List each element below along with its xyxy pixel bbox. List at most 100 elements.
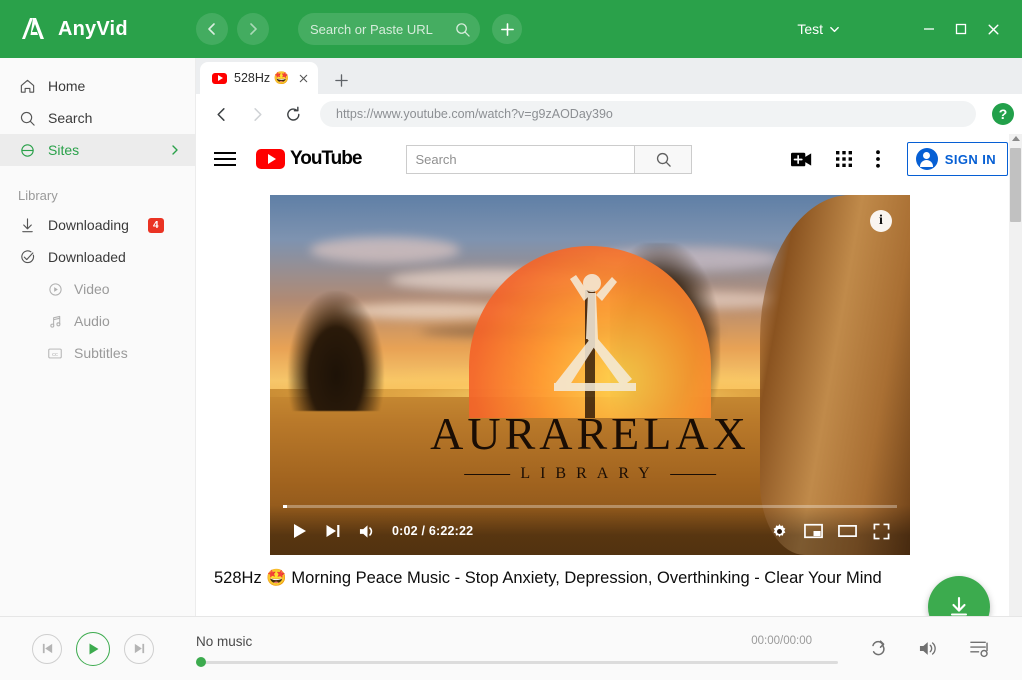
sidebar-item-sites[interactable]: Sites [0, 134, 195, 166]
info-badge-label: i [879, 213, 883, 228]
music-progress-handle[interactable] [196, 657, 206, 667]
youtube-logo[interactable]: YouTube [256, 148, 362, 170]
sidebar-item-subtitles[interactable]: cc Subtitles [0, 337, 195, 369]
theater-mode-icon[interactable] [830, 514, 864, 548]
address-bar[interactable]: https://www.youtube.com/watch?v=g9zAODay… [320, 101, 976, 127]
sign-in-label: SIGN IN [944, 151, 996, 167]
repeat-icon[interactable] [868, 639, 888, 659]
tab-close-icon[interactable] [298, 73, 309, 84]
browser-new-tab-button[interactable] [334, 73, 349, 88]
sidebar-item-label: Audio [74, 313, 110, 329]
account-label: Test [797, 21, 823, 37]
address-text: https://www.youtube.com/watch?v=g9zAODay… [336, 107, 613, 121]
hamburger-menu-icon[interactable] [214, 152, 236, 166]
music-time-display: 00:00/00:00 [751, 635, 812, 647]
tab-title: 528Hz 🤩 [234, 70, 290, 85]
browser-tab[interactable]: 528Hz 🤩 [200, 62, 319, 94]
check-circle-icon [18, 248, 36, 266]
apps-grid-icon[interactable] [835, 150, 853, 168]
global-search-bar[interactable] [298, 13, 480, 45]
skip-next-icon[interactable] [124, 633, 154, 664]
search-icon [18, 109, 36, 127]
player-controls: 0:02 / 6:22:22 [270, 505, 910, 555]
title-bar: AnyVid Test [0, 0, 1022, 58]
player-control-row: 0:02 / 6:22:22 [270, 514, 910, 548]
playlist-queue-icon[interactable] [969, 638, 990, 659]
browser-back-button[interactable] [208, 101, 234, 127]
close-button[interactable] [978, 14, 1008, 44]
sidebar-item-label: Subtitles [74, 345, 128, 361]
downloading-count-badge: 4 [147, 217, 164, 233]
player-progress-bar[interactable] [283, 505, 897, 508]
app-brand: AnyVid [0, 14, 196, 44]
video-player[interactable]: AURARELAX LIBRARY i 0:02 / 6:22:22 [270, 195, 910, 555]
logo-sub-text: LIBRARY [430, 465, 750, 483]
skip-previous-icon[interactable] [32, 633, 62, 664]
kangaroo-silhouette [760, 195, 910, 555]
sidebar-item-audio[interactable]: Audio [0, 305, 195, 337]
sidebar-item-label: Search [48, 110, 93, 126]
search-input[interactable] [310, 21, 445, 37]
help-circle-icon[interactable]: ? [992, 103, 1014, 125]
music-track-row: No music 00:00/00:00 [196, 634, 838, 649]
youtube-logo-text: YouTube [290, 148, 362, 169]
sidebar-item-label: Downloading [48, 217, 129, 233]
sites-globe-icon [18, 141, 36, 159]
music-player-bar: No music 00:00/00:00 [0, 616, 1022, 680]
player-next-button[interactable] [316, 514, 350, 548]
sidebar-item-downloading[interactable]: Downloading 4 [0, 209, 195, 241]
youtube-search-input[interactable]: Search [406, 144, 635, 174]
maximize-button[interactable] [946, 14, 976, 44]
music-play-button[interactable] [76, 631, 110, 666]
video-title: 528Hz 🤩 Morning Peace Music - Stop Anxie… [214, 569, 882, 587]
home-icon [18, 77, 36, 95]
sidebar-item-label: Downloaded [48, 249, 126, 265]
youtube-search-placeholder: Search [415, 151, 457, 167]
miniplayer-icon[interactable] [796, 514, 830, 548]
youtube-search-button[interactable] [634, 144, 693, 174]
minimize-button[interactable] [914, 14, 944, 44]
titlebar-forward-button[interactable] [237, 13, 269, 45]
chevron-right-icon [169, 144, 181, 156]
scroll-up-arrow-icon[interactable] [1012, 136, 1020, 141]
player-play-button[interactable] [282, 514, 316, 548]
anyvid-window: AnyVid Test [0, 0, 1022, 680]
youtube-sign-in-button[interactable]: SIGN IN [906, 142, 1008, 176]
page-scrollbar[interactable] [1009, 134, 1022, 616]
fullscreen-icon[interactable] [864, 514, 898, 548]
app-title: AnyVid [58, 17, 128, 40]
titlebar-right-group: Test [797, 14, 1022, 44]
account-menu-button[interactable]: Test [797, 21, 840, 37]
more-vertical-icon[interactable] [875, 149, 881, 169]
youtube-page: YouTube Search SIGN IN AURARELAX LIBRARY… [196, 134, 1022, 616]
sidebar-group-library: Library [18, 188, 58, 203]
gear-icon[interactable] [762, 514, 796, 548]
player-progress-fill [283, 505, 287, 508]
sidebar-item-search[interactable]: Search [0, 102, 195, 134]
music-progress-bar[interactable] [196, 657, 838, 667]
player-volume-button[interactable] [350, 514, 384, 548]
titlebar-back-button[interactable] [196, 13, 228, 45]
browser-nav-bar: https://www.youtube.com/watch?v=g9zAODay… [196, 94, 1022, 134]
volume-on-icon[interactable] [918, 639, 939, 658]
info-icon[interactable]: i [870, 210, 892, 232]
sidebar-item-home[interactable]: Home [0, 70, 195, 102]
player-time-display: 0:02 / 6:22:22 [392, 524, 474, 538]
download-arrow-icon [18, 216, 36, 234]
chevron-down-icon [829, 24, 840, 35]
cloud [310, 237, 460, 263]
search-icon[interactable] [455, 22, 470, 37]
sidebar-item-downloaded[interactable]: Downloaded [0, 241, 195, 273]
video-camera-plus-icon[interactable] [790, 151, 813, 168]
new-tab-button[interactable] [492, 14, 522, 44]
search-icon [655, 151, 672, 168]
closed-caption-icon: cc [46, 344, 64, 362]
music-track-area: No music 00:00/00:00 [154, 634, 868, 667]
music-right-controls [868, 638, 1022, 659]
browser-forward-button[interactable] [244, 101, 270, 127]
scrollbar-thumb[interactable] [1010, 148, 1021, 222]
sidebar-item-label: Sites [48, 142, 80, 158]
browser-reload-button[interactable] [280, 101, 306, 127]
sidebar-item-video[interactable]: Video [0, 273, 195, 305]
svg-text:cc: cc [52, 352, 58, 358]
